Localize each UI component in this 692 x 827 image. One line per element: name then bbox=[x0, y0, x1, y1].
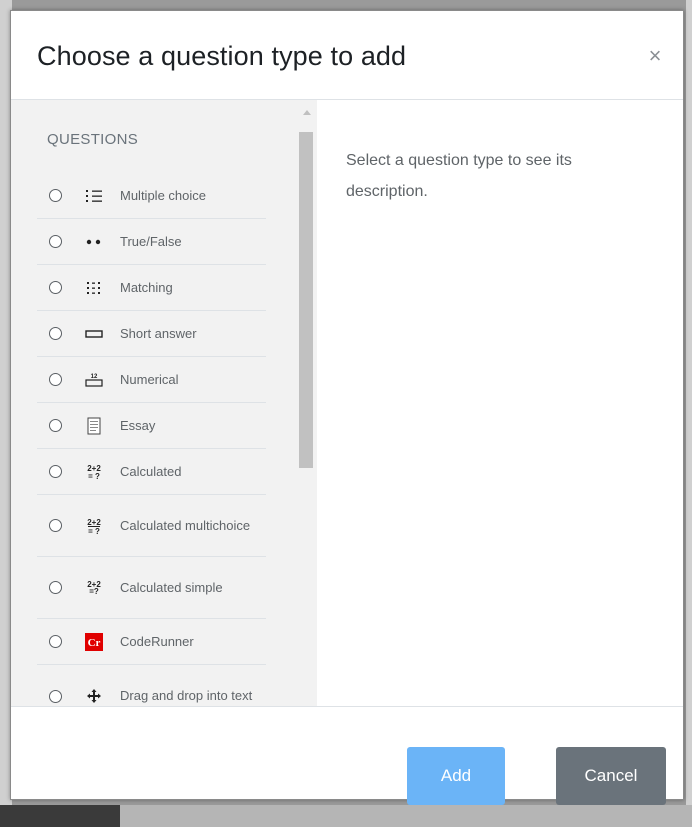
list-item-label: Multiple choice bbox=[120, 187, 206, 203]
svg-text:=?: =? bbox=[89, 587, 99, 596]
list-item[interactable]: 2+2 = ? Calculated multichoice bbox=[37, 495, 266, 557]
section-label: QUESTIONS bbox=[47, 131, 139, 148]
svg-text:12: 12 bbox=[91, 374, 98, 380]
list-item-label: Calculated multichoice bbox=[120, 517, 251, 533]
calculated-multichoice-icon: 2+2 = ? bbox=[84, 516, 104, 536]
radio-button[interactable] bbox=[49, 327, 62, 340]
radio-button[interactable] bbox=[49, 235, 62, 248]
dialog-footer: Add Cancel bbox=[11, 706, 683, 805]
list-item-label: Calculated bbox=[120, 463, 182, 479]
calculated-simple-icon: 2+2 =? bbox=[84, 578, 104, 598]
radio-button[interactable] bbox=[49, 419, 62, 432]
list-item[interactable]: 2+2 =? Calculated simple bbox=[37, 557, 266, 619]
cancel-button[interactable]: Cancel bbox=[556, 747, 666, 805]
svg-text:= ?: = ? bbox=[88, 527, 100, 535]
list-item[interactable]: Drag and drop into text bbox=[37, 665, 266, 706]
list-item-label: True/False bbox=[120, 233, 182, 249]
scroll-up-arrow-icon[interactable] bbox=[303, 110, 311, 115]
calculated-icon: 2+2 = ? bbox=[84, 462, 104, 482]
question-type-list-pane: QUESTIONS Multiple choice True/False Mat… bbox=[11, 100, 317, 706]
question-type-description: Select a question type to see its descri… bbox=[346, 152, 572, 200]
scroll-thumb[interactable] bbox=[299, 132, 313, 468]
list-item[interactable]: 2+2 = ? Calculated bbox=[37, 449, 266, 495]
essay-icon bbox=[84, 416, 104, 436]
radio-button[interactable] bbox=[49, 281, 62, 294]
list-scrollbar[interactable] bbox=[297, 110, 315, 706]
background-dark-block bbox=[0, 805, 120, 827]
short-answer-icon bbox=[84, 324, 104, 344]
list-item-label: Numerical bbox=[120, 371, 179, 387]
list-item[interactable]: Cr CodeRunner bbox=[37, 619, 266, 665]
true-false-icon bbox=[84, 232, 104, 252]
list-item-label: Matching bbox=[120, 279, 173, 295]
dialog-header: Choose a question type to add × bbox=[11, 11, 683, 100]
list-item[interactable]: Short answer bbox=[37, 311, 266, 357]
svg-text:= ?: = ? bbox=[88, 472, 100, 481]
coderunner-icon: Cr bbox=[84, 632, 104, 652]
list-item[interactable]: Essay bbox=[37, 403, 266, 449]
list-item-label: CodeRunner bbox=[120, 633, 194, 649]
background-page-bottom bbox=[0, 805, 692, 827]
question-type-dialog: Choose a question type to add × QUESTION… bbox=[10, 10, 684, 805]
radio-button[interactable] bbox=[49, 689, 62, 703]
matching-icon bbox=[84, 278, 104, 298]
list-item[interactable]: 12 Numerical bbox=[37, 357, 266, 403]
list-item-label: Drag and drop into text bbox=[120, 688, 253, 703]
list-item-label: Short answer bbox=[120, 325, 197, 341]
svg-text:Cr: Cr bbox=[88, 637, 101, 649]
list-item[interactable]: Multiple choice bbox=[37, 173, 266, 219]
question-type-list: Multiple choice True/False Matching Shor… bbox=[37, 173, 266, 706]
svg-text:2+2: 2+2 bbox=[87, 518, 101, 527]
radio-button[interactable] bbox=[49, 465, 62, 478]
drag-drop-icon bbox=[84, 686, 104, 706]
list-item[interactable]: True/False bbox=[37, 219, 266, 265]
radio-button[interactable] bbox=[49, 189, 62, 202]
radio-button[interactable] bbox=[49, 373, 62, 386]
multiple-choice-icon bbox=[84, 186, 104, 206]
list-item-label: Essay bbox=[120, 417, 156, 433]
dialog-title: Choose a question type to add bbox=[37, 41, 407, 71]
list-item[interactable]: Matching bbox=[37, 265, 266, 311]
background-page-right bbox=[686, 0, 692, 827]
radio-button[interactable] bbox=[49, 581, 62, 594]
add-button[interactable]: Add bbox=[407, 747, 505, 805]
close-icon[interactable]: × bbox=[643, 45, 667, 69]
radio-button[interactable] bbox=[49, 519, 62, 532]
list-item-label: Calculated simple bbox=[120, 579, 223, 595]
numerical-icon: 12 bbox=[84, 370, 104, 390]
radio-button[interactable] bbox=[49, 635, 62, 648]
